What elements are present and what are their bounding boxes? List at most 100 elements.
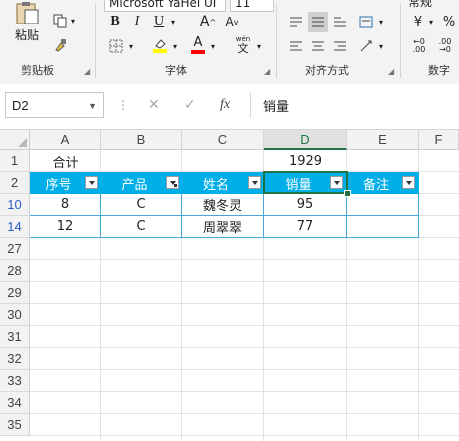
wrap-text-dropdown-icon[interactable]: ▾	[376, 12, 386, 32]
row-label: 30	[7, 307, 22, 322]
cell-e10[interactable]	[347, 194, 419, 216]
number-format-select[interactable]: 常规	[408, 0, 459, 12]
cell-a1[interactable]: 合计	[30, 150, 101, 172]
borders-icon[interactable]	[106, 36, 126, 56]
bold-button[interactable]: B	[106, 12, 124, 32]
fill-color-icon[interactable]	[150, 34, 170, 56]
cell-b10[interactable]: C	[101, 194, 182, 216]
name-box-dropdown-icon[interactable]: ▼	[88, 101, 97, 111]
column-header-c[interactable]: C	[182, 130, 264, 150]
row-header[interactable]: 2	[0, 172, 30, 194]
row-header[interactable]: 27	[0, 238, 30, 260]
font-name-select[interactable]: Microsoft YaHei UI	[104, 0, 226, 12]
row-label: 31	[7, 329, 22, 344]
column-header-d[interactable]: D	[264, 130, 347, 150]
currency-icon[interactable]: ¥	[408, 12, 428, 32]
formula-input-value: 销量	[263, 99, 290, 115]
copy-icon[interactable]	[50, 12, 70, 30]
cell-d14[interactable]: 77	[264, 216, 347, 238]
column-header-e[interactable]: E	[347, 130, 419, 150]
insert-function-icon[interactable]: fx	[220, 92, 230, 118]
cell-text: 12	[56, 219, 74, 234]
row-label: 32	[7, 351, 22, 366]
cell-e14[interactable]	[347, 216, 419, 238]
fill-handle[interactable]	[344, 190, 351, 197]
row-label: 28	[7, 263, 22, 278]
column-header-b[interactable]: B	[101, 130, 182, 150]
font-color-dropdown-icon[interactable]: ▾	[208, 36, 218, 56]
cell-c14[interactable]: 周翠翠	[182, 216, 264, 238]
cell-c10[interactable]: 魏冬灵	[182, 194, 264, 216]
font-color-icon[interactable]: A	[188, 34, 208, 56]
format-painter-icon[interactable]	[50, 36, 70, 54]
cell-text: 备注	[362, 177, 389, 193]
cell-a10[interactable]: 8	[30, 194, 101, 216]
cancel-icon[interactable]: ✕	[148, 92, 160, 118]
clipboard-group-label: 剪贴板	[21, 64, 54, 77]
column-header-a[interactable]: A	[30, 130, 101, 150]
row-header[interactable]: 31	[0, 326, 30, 348]
cell-d1[interactable]: 1929	[264, 150, 347, 172]
row-header[interactable]: 35	[0, 414, 30, 436]
row-label: 14	[7, 219, 22, 234]
paste-button[interactable]: 粘贴	[10, 0, 44, 44]
phonetic-dropdown-icon[interactable]: ▾	[254, 36, 264, 56]
copy-dropdown-icon[interactable]: ▾	[68, 12, 78, 30]
more-options-icon[interactable]: ⋮	[117, 92, 129, 118]
column-label: C	[217, 132, 228, 147]
font-size-select[interactable]: 11	[230, 0, 274, 12]
formula-input[interactable]: 销量	[250, 92, 459, 118]
cell-text: C	[136, 197, 146, 212]
filter-active-b[interactable]	[166, 176, 179, 189]
enter-icon[interactable]: ✓	[184, 92, 196, 118]
currency-dropdown-icon[interactable]: ▾	[426, 12, 436, 32]
filter-dropdown-c[interactable]	[248, 176, 261, 189]
row-header[interactable]: 32	[0, 348, 30, 370]
row-header[interactable]: 33	[0, 370, 30, 392]
wrap-text-icon[interactable]	[356, 12, 376, 32]
align-bottom-icon[interactable]	[330, 12, 350, 32]
orientation-dropdown-icon[interactable]: ▾	[376, 36, 386, 56]
grow-font-button[interactable]: A ^	[198, 12, 218, 32]
fill-color-dropdown-icon[interactable]: ▾	[170, 36, 180, 56]
align-center-icon[interactable]	[308, 36, 328, 56]
cell-b14[interactable]: C	[101, 216, 182, 238]
select-all-button[interactable]	[0, 130, 30, 150]
row-header[interactable]: 28	[0, 260, 30, 282]
row-header[interactable]: 14	[0, 216, 30, 238]
orientation-icon[interactable]	[356, 36, 376, 56]
align-right-icon[interactable]	[330, 36, 350, 56]
phonetic-char: 文	[237, 42, 249, 55]
font-launcher-icon[interactable]: ◢	[264, 67, 270, 76]
filter-dropdown-d[interactable]	[330, 176, 343, 189]
borders-dropdown-icon[interactable]: ▾	[126, 36, 136, 56]
decrease-decimal-icon[interactable]: .00 →0	[434, 36, 456, 56]
cell-a14[interactable]: 12	[30, 216, 101, 238]
gridline	[30, 435, 459, 436]
row-header[interactable]: 29	[0, 282, 30, 304]
filter-dropdown-a[interactable]	[85, 176, 98, 189]
align-top-icon[interactable]	[286, 12, 306, 32]
underline-button[interactable]: U	[150, 12, 168, 32]
cell-d10[interactable]: 95	[264, 194, 347, 216]
row-header[interactable]: 34	[0, 392, 30, 414]
worksheet-grid[interactable]: A B C D E F 1 2 10 14 27 28 29 30 31 32 …	[0, 130, 459, 441]
clipboard-launcher-icon[interactable]: ◢	[84, 67, 90, 76]
row-header[interactable]: 1	[0, 150, 30, 172]
bold-label: B	[110, 14, 120, 29]
underline-dropdown-icon[interactable]: ▾	[168, 12, 178, 32]
row-header[interactable]: 10	[0, 194, 30, 216]
row-header[interactable]: 30	[0, 304, 30, 326]
name-box[interactable]: D2 ▼	[5, 92, 104, 118]
italic-button[interactable]: I	[128, 12, 146, 32]
filter-dropdown-e[interactable]	[402, 176, 415, 189]
alignment-launcher-icon[interactable]: ◢	[388, 67, 394, 76]
align-left-icon[interactable]	[286, 36, 306, 56]
shrink-font-button[interactable]: Av	[222, 12, 242, 32]
column-header-f[interactable]: F	[419, 130, 459, 150]
increase-decimal-icon[interactable]: ←0.00	[408, 36, 430, 56]
font-name-value: Microsoft YaHei UI	[109, 0, 217, 10]
phonetic-guide-button[interactable]: wén 文	[232, 34, 254, 56]
align-middle-icon[interactable]	[308, 12, 328, 32]
percent-icon[interactable]: %	[440, 12, 458, 32]
